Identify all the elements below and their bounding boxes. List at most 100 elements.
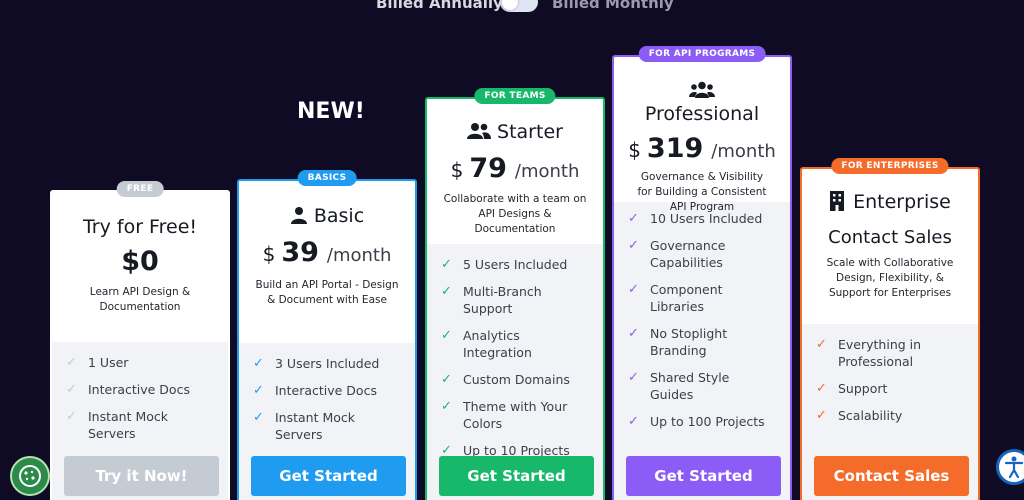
feature-text: Support <box>838 381 888 396</box>
list-item: ✓ Interactive Docs <box>66 381 214 398</box>
check-icon: ✓ <box>816 408 827 423</box>
feature-list: ✓ 1 User ✓ Interactive Docs ✓ Instant Mock … <box>52 342 228 442</box>
user-icon <box>290 206 307 224</box>
list-item: ✓ Support <box>816 380 964 397</box>
list-item: ✓ Interactive Docs <box>253 382 401 399</box>
feature-text: Multi-Branch Support <box>463 284 542 316</box>
feature-text: 10 Users Included <box>650 211 763 226</box>
plan-price: $39/month <box>239 237 415 268</box>
price-amount: 79 <box>469 153 507 184</box>
plan-description: Learn API Design & Documentation <box>89 286 191 313</box>
new-label: NEW! <box>297 99 365 124</box>
plan-description: Build an API Portal - Design & Document … <box>255 279 399 306</box>
feature-text: 3 Users Included <box>275 356 380 371</box>
price-currency: $ <box>262 242 276 266</box>
feature-list: ✓ 5 Users Included ✓ Multi-Branch Support … <box>427 244 603 459</box>
billed-annually-label[interactable]: Billed Annually <box>376 0 503 12</box>
list-item: ✓ 1 User <box>66 354 214 371</box>
check-icon: ✓ <box>66 382 77 397</box>
plan-card-basic: BASICS Basic $39/month Build an API Port… <box>237 170 417 500</box>
list-item: ✓ 3 Users Included <box>253 355 401 372</box>
feature-list: ✓ 10 Users Included ✓ Governance Capabilit… <box>614 202 790 430</box>
price-amount: 39 <box>281 237 319 268</box>
building-icon <box>830 190 845 211</box>
price-amount: 319 <box>646 133 704 164</box>
check-icon: ✓ <box>628 414 639 429</box>
check-icon: ✓ <box>628 282 639 297</box>
plan-subtitle: Contact Sales <box>828 227 952 248</box>
check-icon: ✓ <box>253 383 264 398</box>
feature-text: Component Libraries <box>650 282 723 314</box>
users-icon <box>467 122 492 139</box>
list-item: ✓ Up to 100 Projects <box>628 413 776 430</box>
plan-price: $0 <box>121 246 159 277</box>
cookie-icon <box>19 465 41 487</box>
plan-name-row: Basic <box>239 205 415 227</box>
plan-card-professional: FOR API PROGRAMS Professional $319/month… <box>612 46 792 500</box>
check-icon: ✓ <box>66 409 77 424</box>
plan-price: $79/month <box>427 153 603 184</box>
contact-sales-button[interactable]: Contact Sales <box>814 456 969 496</box>
users-group-icon-wrap <box>614 79 790 99</box>
feature-text: Instant Mock Servers <box>88 409 169 441</box>
feature-text: Interactive Docs <box>88 382 190 397</box>
plan-badge: FOR API PROGRAMS <box>638 46 766 62</box>
list-item: ✓ Custom Domains <box>441 371 589 388</box>
list-item: ✓ Governance Capabilities <box>628 237 776 271</box>
plan-badge: FOR ENTERPRISES <box>831 158 949 174</box>
get-started-button[interactable]: Get Started <box>439 456 594 496</box>
check-icon: ✓ <box>816 381 827 396</box>
check-icon: ✓ <box>441 257 452 272</box>
list-item: ✓ Scalability <box>816 407 964 424</box>
list-item: ✓ Instant Mock Servers <box>66 408 214 442</box>
billing-switch-knob <box>502 0 518 10</box>
plan-badge: FOR TEAMS <box>474 88 556 104</box>
plan-description: Scale with Collaborative Design, Flexibi… <box>826 257 954 299</box>
feature-text: Instant Mock Servers <box>275 410 356 442</box>
plan-name-row: Starter <box>427 121 603 143</box>
billing-toggle-bar: Billed Annually Billed Monthly <box>0 0 1024 16</box>
feature-text: 5 Users Included <box>463 257 568 272</box>
list-item: ✓ Everything in Professional <box>816 336 964 370</box>
check-icon: ✓ <box>628 326 639 341</box>
try-it-now-button[interactable]: Try it Now! <box>64 456 219 496</box>
list-item: ✓ 5 Users Included <box>441 256 589 273</box>
billing-switch[interactable] <box>500 0 538 12</box>
check-icon: ✓ <box>441 328 452 343</box>
users-group-icon <box>689 81 715 98</box>
list-item: ✓ Multi-Branch Support <box>441 283 589 317</box>
feature-text: Custom Domains <box>463 372 570 387</box>
feature-text: Everything in Professional <box>838 337 922 369</box>
cookie-settings-button[interactable] <box>10 456 50 496</box>
plan-name: Try for Free! <box>82 216 197 238</box>
plan-card-enterprise: FOR ENTERPRISES Enterprise Contact Sales… <box>800 158 980 500</box>
feature-text: 1 User <box>88 355 129 370</box>
plan-name: Enterprise <box>853 191 951 213</box>
plan-badge: BASICS <box>297 170 357 186</box>
get-started-button[interactable]: Get Started <box>626 456 781 496</box>
feature-list: ✓ Everything in Professional ✓ Support ✓ Sc… <box>802 324 978 424</box>
plan-description: Collaborate with a team on API Designs &… <box>443 193 587 235</box>
plan-price: $319/month <box>614 133 790 164</box>
check-icon: ✓ <box>628 238 639 253</box>
plan-name-row: Enterprise <box>802 190 978 213</box>
feature-text: Interactive Docs <box>275 383 377 398</box>
plan-card-free: FREE Try for Free! $0 Learn API Design &… <box>50 181 230 500</box>
feature-text: Scalability <box>838 408 903 423</box>
accessibility-button[interactable] <box>996 449 1024 485</box>
get-started-button[interactable]: Get Started <box>251 456 406 496</box>
check-icon: ✓ <box>441 372 452 387</box>
feature-text: Governance Capabilities <box>650 238 726 270</box>
plan-name: Basic <box>313 205 365 227</box>
list-item: ✓ Theme with Your Colors <box>441 398 589 432</box>
list-item: ✓ Analytics Integration <box>441 327 589 361</box>
billed-monthly-label[interactable]: Billed Monthly <box>552 0 674 12</box>
check-icon: ✓ <box>66 355 77 370</box>
feature-list: ✓ 3 Users Included ✓ Interactive Docs ✓ Ins… <box>239 343 415 443</box>
plan-name: Professional <box>644 103 760 125</box>
check-icon: ✓ <box>441 399 452 414</box>
feature-text: Theme with Your Colors <box>463 399 568 431</box>
list-item: ✓ 10 Users Included <box>628 210 776 227</box>
feature-text: Shared Style Guides <box>650 370 730 402</box>
check-icon: ✓ <box>816 337 827 352</box>
